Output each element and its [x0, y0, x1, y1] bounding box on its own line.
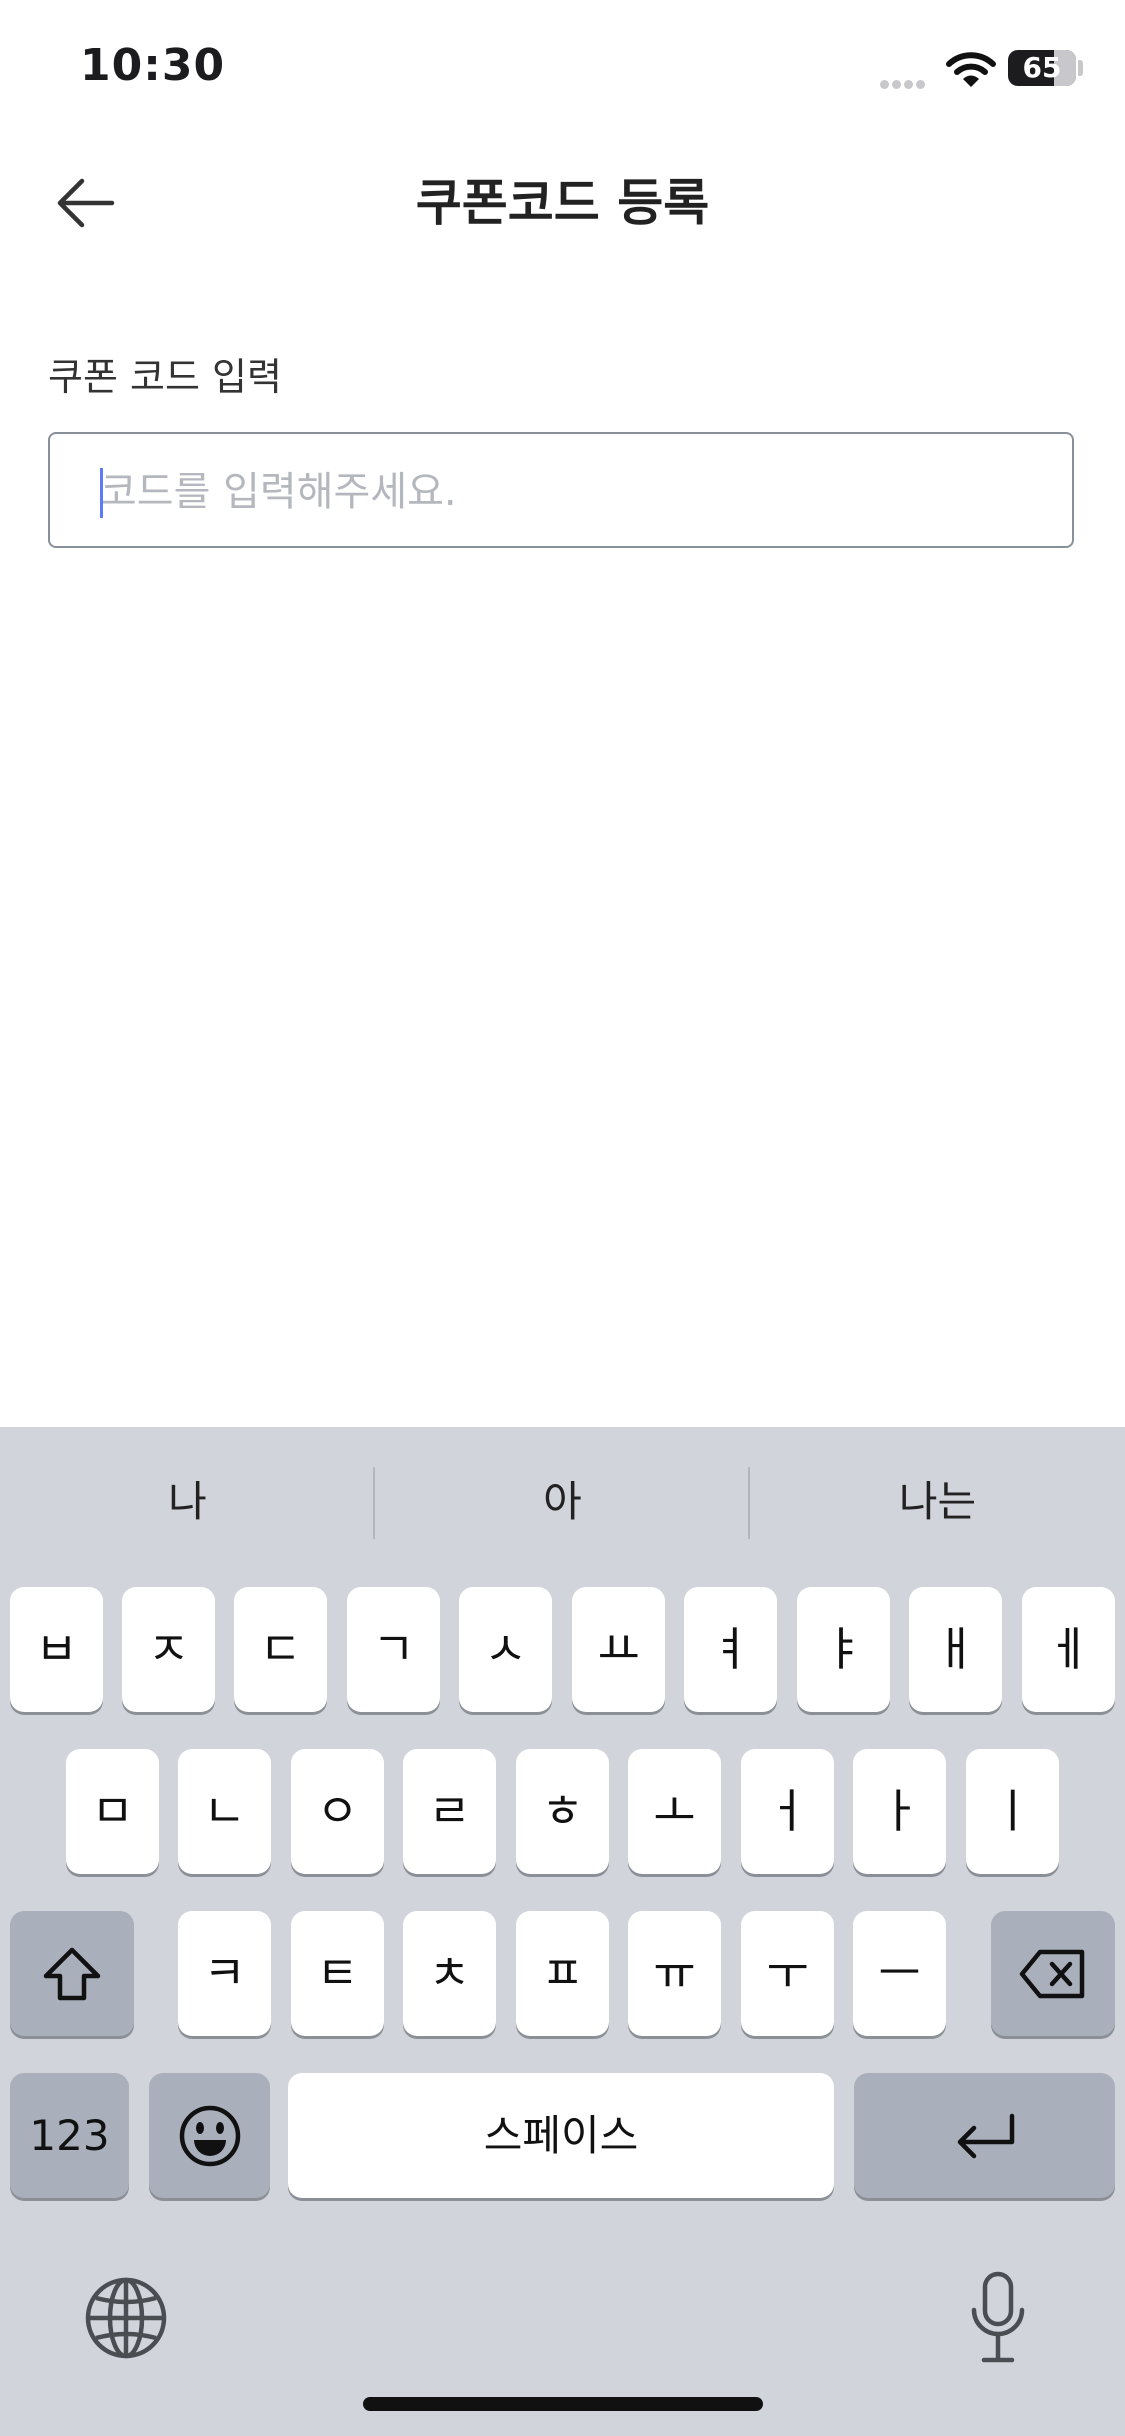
coupon-code-label: 쿠폰 코드 입력: [48, 355, 282, 399]
text-cursor: [100, 468, 103, 518]
coupon-code-input[interactable]: 코드를 입력해주세요.: [48, 432, 1074, 548]
page-title: 쿠폰코드 등록: [415, 174, 710, 232]
shift-key[interactable]: [10, 1911, 134, 2036]
keyboard: 나 아 나는 ㅂ ㅈ ㄷ ㄱ ㅅ ㅛ ㅕ ㅑ ㅐ ㅔ ㅁ ㄴ ㅇ ㄹ ㅎ ㅗ ㅓ…: [0, 1427, 1125, 2436]
key-pieup[interactable]: ㅍ: [516, 1911, 609, 2036]
battery-icon: 65: [1008, 50, 1076, 86]
suggestion-3[interactable]: 나는: [750, 1427, 1125, 1577]
key-mieum[interactable]: ㅁ: [66, 1749, 159, 1874]
key-u[interactable]: ㅜ: [741, 1911, 834, 2036]
key-kieuk[interactable]: ㅋ: [178, 1911, 271, 2036]
backspace-icon: [1019, 1949, 1085, 1998]
key-jieut[interactable]: ㅈ: [122, 1587, 215, 1712]
suggestion-2[interactable]: 아: [375, 1427, 750, 1577]
emoji-key[interactable]: [149, 2073, 270, 2198]
key-eu[interactable]: ㅡ: [853, 1911, 946, 2036]
key-hieut[interactable]: ㅎ: [516, 1749, 609, 1874]
key-yeo[interactable]: ㅕ: [684, 1587, 777, 1712]
return-key[interactable]: [854, 2073, 1115, 2198]
return-icon: [957, 2113, 1014, 2158]
suggestion-1[interactable]: 나: [0, 1427, 375, 1577]
status-bar: 10:30 65: [0, 0, 1125, 140]
key-ae[interactable]: ㅐ: [909, 1587, 1002, 1712]
key-bieup[interactable]: ㅂ: [10, 1587, 103, 1712]
key-yo[interactable]: ㅛ: [572, 1587, 665, 1712]
battery-tip: [1078, 60, 1083, 76]
key-e[interactable]: ㅔ: [1022, 1587, 1115, 1712]
key-siot[interactable]: ㅅ: [459, 1587, 552, 1712]
key-giyeok[interactable]: ㄱ: [347, 1587, 440, 1712]
key-a[interactable]: ㅏ: [853, 1749, 946, 1874]
key-o[interactable]: ㅗ: [628, 1749, 721, 1874]
key-tieut[interactable]: ㅌ: [291, 1911, 384, 2036]
numbers-key[interactable]: 123: [10, 2073, 129, 2198]
status-time: 10:30: [80, 40, 226, 91]
key-ieung[interactable]: ㅇ: [291, 1749, 384, 1874]
emoji-icon: [179, 2105, 240, 2166]
globe-icon[interactable]: [84, 2276, 168, 2360]
space-key[interactable]: 스페이스: [288, 2073, 834, 2198]
key-chieut[interactable]: ㅊ: [403, 1911, 496, 2036]
home-indicator[interactable]: [363, 2397, 763, 2411]
key-ya[interactable]: ㅑ: [797, 1587, 890, 1712]
key-i[interactable]: ㅣ: [966, 1749, 1059, 1874]
key-rieul[interactable]: ㄹ: [403, 1749, 496, 1874]
key-nieun[interactable]: ㄴ: [178, 1749, 271, 1874]
backspace-key[interactable]: [991, 1911, 1115, 2036]
shift-icon: [43, 1947, 101, 2000]
key-digeut[interactable]: ㄷ: [234, 1587, 327, 1712]
wifi-icon: [946, 52, 996, 87]
input-placeholder: 코드를 입력해주세요.: [100, 469, 457, 515]
cellular-signal-icon: [880, 74, 928, 93]
battery-level: 65: [1022, 51, 1062, 84]
microphone-icon[interactable]: [968, 2270, 1028, 2366]
key-yu[interactable]: ㅠ: [628, 1911, 721, 2036]
key-eo[interactable]: ㅓ: [741, 1749, 834, 1874]
